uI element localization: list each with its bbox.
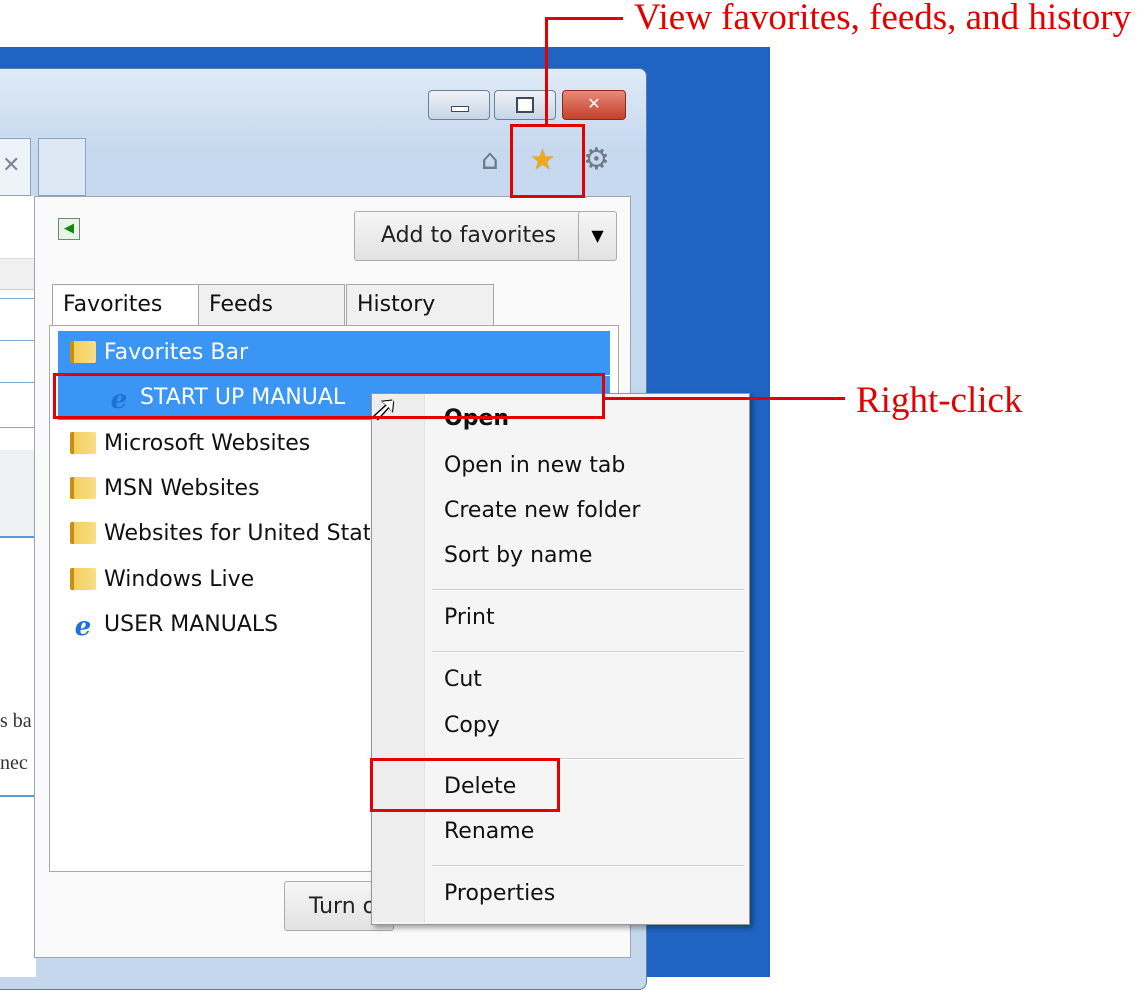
favorites-button-highlight xyxy=(510,124,585,198)
start-up-manual-highlight xyxy=(53,373,605,419)
minimize-icon xyxy=(451,106,469,112)
list-item-label: Microsoft Websites xyxy=(104,431,311,456)
page-text-fragment: nec xyxy=(0,752,28,774)
home-icon[interactable]: ⌂ xyxy=(481,142,499,178)
list-item[interactable]: Microsoft Websites xyxy=(58,422,310,466)
add-to-favorites-button[interactable]: Add to favorites xyxy=(354,211,583,261)
list-item-label: Favorites Bar xyxy=(104,340,248,365)
menu-separator xyxy=(432,865,744,867)
page-divider xyxy=(0,536,36,538)
folder-icon xyxy=(70,341,96,363)
tab-feeds[interactable]: Feeds xyxy=(198,284,345,326)
browser-tab[interactable]: ✕ xyxy=(0,138,31,196)
page-divider xyxy=(0,340,36,341)
page-divider xyxy=(0,298,36,299)
menu-separator xyxy=(432,651,744,653)
folder-icon xyxy=(70,477,96,499)
page-content xyxy=(0,196,36,977)
minimize-button[interactable] xyxy=(428,90,490,120)
list-item[interactable]: Windows Live xyxy=(58,558,254,602)
callout-leader-line xyxy=(545,17,623,20)
list-item[interactable]: MSN Websites xyxy=(58,467,260,511)
close-icon: ✕ xyxy=(587,94,601,113)
context-menu-gutter xyxy=(372,394,425,922)
list-item-label: Windows Live xyxy=(104,567,255,592)
menu-item-print[interactable]: Print xyxy=(444,605,495,630)
callout-leader-line xyxy=(545,17,548,124)
page-divider xyxy=(0,427,36,428)
folder-icon xyxy=(70,432,96,454)
maximize-icon xyxy=(516,97,534,113)
menu-item-copy[interactable]: Copy xyxy=(444,713,500,738)
ie-icon: e xyxy=(74,612,92,642)
callout-leader-line xyxy=(603,397,845,400)
pin-arrow-icon[interactable]: ◀ xyxy=(58,218,80,240)
menu-item-sort-by-name[interactable]: Sort by name xyxy=(444,543,592,568)
list-item-label: Websites for United State xyxy=(104,521,370,546)
delete-highlight xyxy=(370,758,560,812)
page-toolbar-strip xyxy=(0,258,36,290)
add-to-favorites-dropdown[interactable]: ▼ xyxy=(578,211,617,261)
rightclick-callout-text: Right-click xyxy=(856,380,1023,421)
favorites-callout-text: View favorites, feeds, and history xyxy=(634,0,1132,38)
menu-item-cut[interactable]: Cut xyxy=(444,667,482,692)
menu-separator xyxy=(432,589,744,591)
tab-history[interactable]: History xyxy=(346,284,494,326)
tab-close-icon[interactable]: ✕ xyxy=(2,153,20,178)
menu-item-rename[interactable]: Rename xyxy=(444,819,534,844)
folder-icon xyxy=(70,568,96,590)
tab-favorites[interactable]: Favorites xyxy=(52,284,199,330)
list-item[interactable]: e USER MANUALS xyxy=(58,603,278,647)
list-item[interactable]: Websites for United State xyxy=(58,512,370,556)
list-item[interactable]: Favorites Bar xyxy=(58,331,610,375)
page-section xyxy=(0,450,36,536)
folder-icon xyxy=(70,522,96,544)
page-divider xyxy=(0,795,36,797)
gear-icon[interactable]: ⚙ xyxy=(583,142,610,178)
menu-item-create-new-folder[interactable]: Create new folder xyxy=(444,498,640,523)
page-divider xyxy=(0,382,36,383)
new-tab-button[interactable] xyxy=(38,138,86,196)
list-item-label: MSN Websites xyxy=(104,476,260,501)
dropdown-arrow-icon: ▼ xyxy=(591,226,604,245)
list-item-label: USER MANUALS xyxy=(104,612,279,637)
page-text-fragment: s ba xyxy=(0,710,32,732)
menu-item-properties[interactable]: Properties xyxy=(444,881,555,906)
close-button[interactable]: ✕ xyxy=(562,90,626,120)
menu-item-open-in-new-tab[interactable]: Open in new tab xyxy=(444,453,625,478)
